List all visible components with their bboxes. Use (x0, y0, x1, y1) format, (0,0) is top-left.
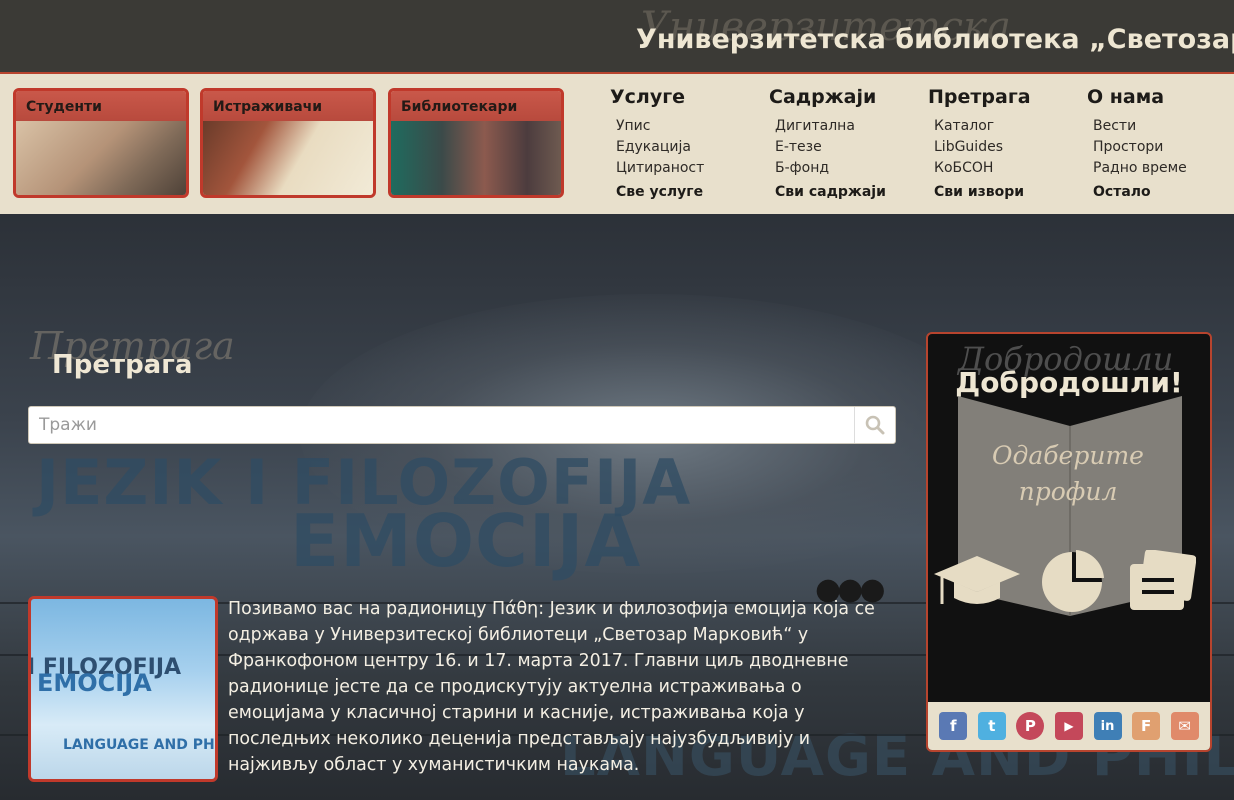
menu-about: О нама Вести Простори Радно време Остало (1087, 86, 1227, 200)
youtube-icon[interactable]: ▶ (1054, 712, 1083, 740)
main-navigation: Студенти Истраживачи Библиотекари Услуге… (0, 72, 1234, 216)
mail-icon[interactable]: ✉ (1170, 712, 1199, 740)
pie-chart-icon[interactable] (1038, 546, 1108, 616)
search-title: Претрага (52, 350, 193, 380)
menu-more-link[interactable]: Остало (1093, 184, 1227, 200)
menu-services: Услуге Упис Едукација Цитираност Све усл… (610, 86, 760, 200)
menu-item[interactable]: Дигитална (775, 116, 919, 137)
menu-item[interactable]: Едукација (616, 137, 760, 158)
menu-heading[interactable]: О нама (1087, 86, 1227, 108)
facebook-icon[interactable]: f (939, 712, 968, 740)
profile-card-label: Истраживачи (213, 99, 323, 115)
graduation-cap-icon[interactable] (932, 552, 1022, 612)
students-photo (16, 121, 186, 195)
menu-item[interactable]: Цитираност (616, 158, 760, 179)
menu-heading[interactable]: Претрага (928, 86, 1078, 108)
social-links: f t P ▶ in F ✉ (928, 702, 1210, 750)
foursquare-icon[interactable]: F (1132, 712, 1161, 740)
linkedin-icon[interactable]: in (1093, 712, 1122, 740)
menu-item[interactable]: Упис (616, 116, 760, 137)
profile-card-researchers[interactable]: Истраживачи (200, 88, 376, 198)
menu-more-link[interactable]: Сви садржаји (775, 184, 919, 200)
books-icon[interactable] (1128, 550, 1196, 614)
menu-item[interactable]: Радно време (1093, 158, 1227, 179)
choose-profile-line2: профил (1018, 477, 1118, 506)
choose-profile-line1: Одаберите (992, 441, 1144, 470)
menu-item[interactable]: Каталог (934, 116, 1078, 137)
menu-contents: Садржаји Дигитална Е-тезе Б-фонд Сви сад… (769, 86, 919, 200)
profile-card-label: Библиотекари (401, 99, 518, 115)
menu-item[interactable]: Е-тезе (775, 137, 919, 158)
search-box (28, 406, 896, 444)
thumbnail-text: LANGUAGE AND PHILO (63, 737, 215, 753)
menu-heading[interactable]: Садржаји (769, 86, 919, 108)
search-button[interactable] (854, 407, 895, 443)
profile-card-students[interactable]: Студенти (13, 88, 189, 198)
twitter-icon[interactable]: t (977, 712, 1006, 740)
welcome-panel: Добродошли Добродошли! Одаберите профил (926, 332, 1212, 752)
search-icon (865, 415, 885, 435)
site-title[interactable]: Универзитетска библиотека „Светозар (636, 24, 1234, 55)
thumbnail-text: EMOCIJA (37, 669, 152, 697)
menu-more-link[interactable]: Све услуге (616, 184, 760, 200)
search-input[interactable] (29, 407, 855, 443)
profile-icons (928, 546, 1210, 626)
top-bar: Универзитетска Универзитетска библиотека… (0, 0, 1234, 72)
profile-card-label: Студенти (26, 99, 102, 115)
news-text: Позивамо вас на радионицу Πάθη: Језик и … (228, 599, 875, 775)
researchers-photo (203, 121, 373, 195)
menu-item[interactable]: Простори (1093, 137, 1227, 158)
menu-item[interactable]: Б-фонд (775, 158, 919, 179)
hero-section: JEZIK I FILOZOFIJA EMOCIJA LANGUAGE AND … (0, 214, 1234, 800)
menu-item[interactable]: КоБСОН (934, 158, 1078, 179)
menu-heading[interactable]: Услуге (610, 86, 760, 108)
pinterest-icon[interactable]: P (1016, 712, 1045, 740)
menu-more-link[interactable]: Сви извори (934, 184, 1078, 200)
choose-profile-link[interactable]: Одаберите профил (968, 438, 1168, 510)
hero-text-line2: EMOCIJA (290, 499, 642, 583)
librarians-photo (391, 121, 561, 195)
menu-item[interactable]: LibGuides (934, 137, 1078, 158)
menu-search: Претрага Каталог LibGuides КоБСОН Сви из… (928, 86, 1078, 200)
news-thumbnail[interactable]: I FILOZOFIJA EMOCIJA LANGUAGE AND PHILO (28, 596, 218, 782)
profile-card-librarians[interactable]: Библиотекари (388, 88, 564, 198)
menu-item[interactable]: Вести (1093, 116, 1227, 137)
